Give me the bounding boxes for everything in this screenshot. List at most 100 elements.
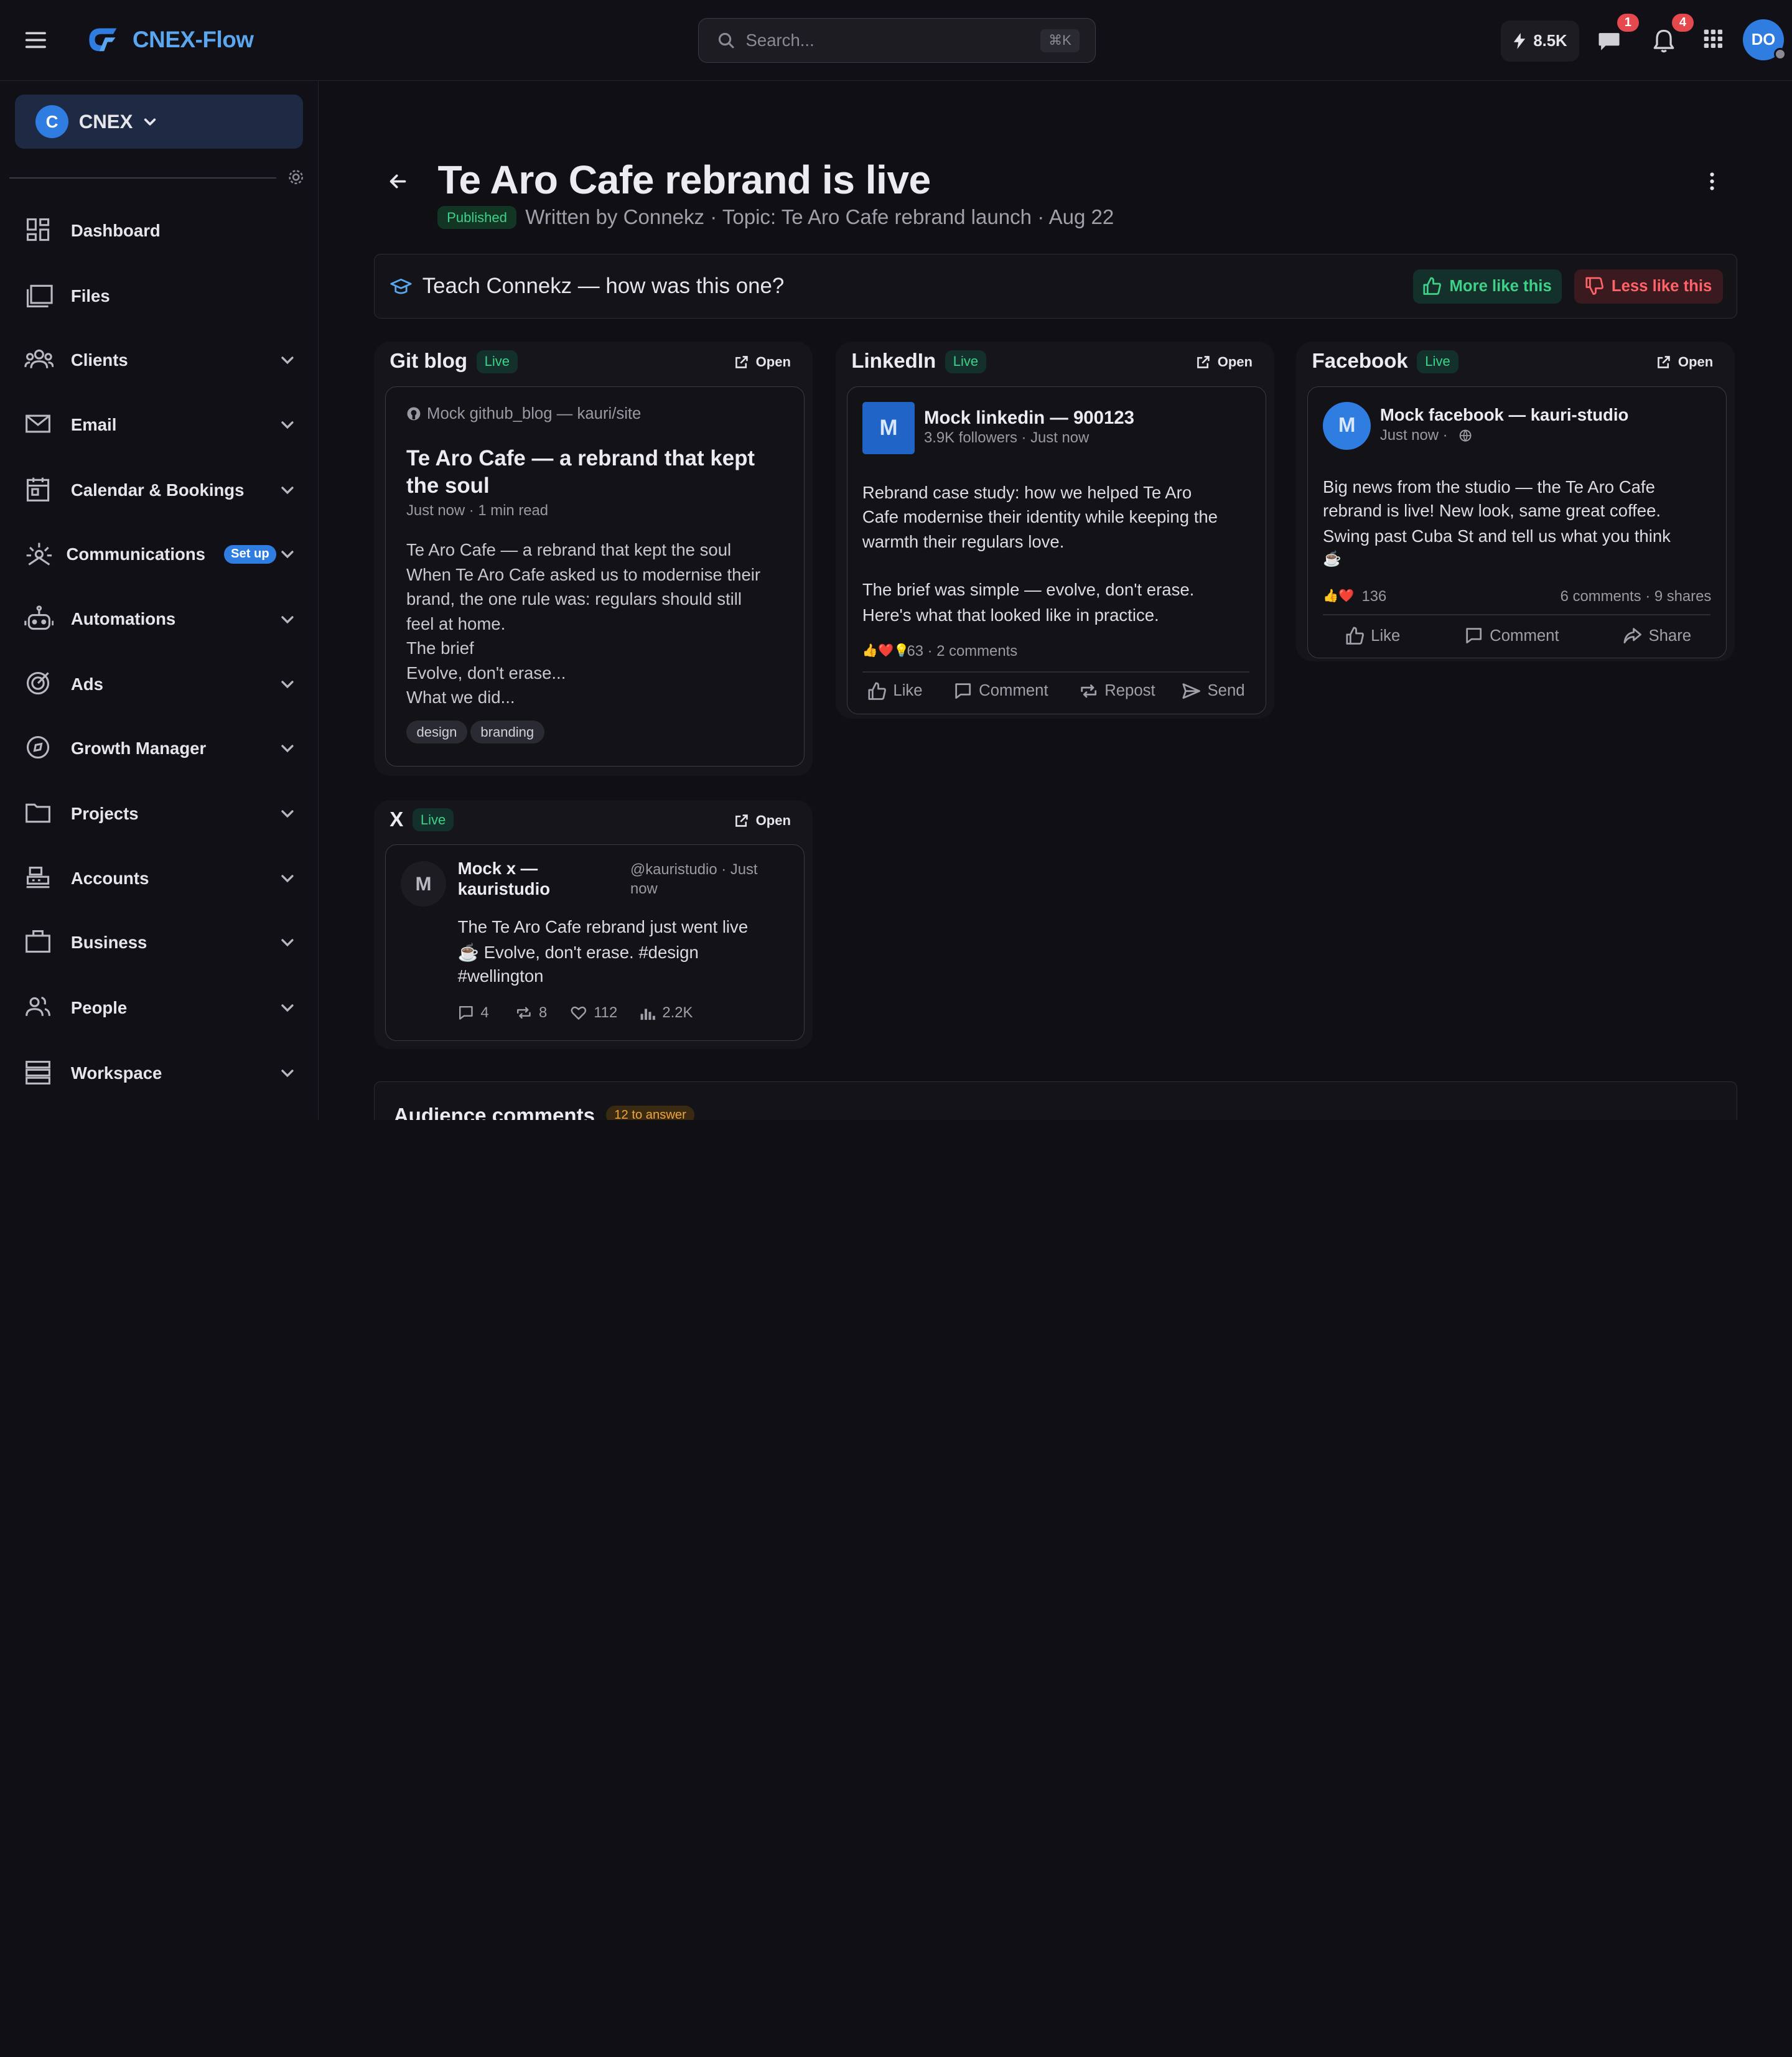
chevron-down-icon xyxy=(280,417,295,432)
post-body-line: The brief was simple — evolve, don't era… xyxy=(862,580,1195,600)
user-initials: DO xyxy=(1751,30,1776,49)
live-badge: Live xyxy=(945,350,986,373)
messages-icon[interactable] xyxy=(1595,27,1623,55)
menu-icon[interactable] xyxy=(24,29,49,52)
send-button[interactable]: Send xyxy=(1182,682,1245,700)
live-badge: Live xyxy=(1417,350,1458,373)
gear-icon[interactable] xyxy=(287,168,305,186)
account-meta: 3.9K followers · Just now xyxy=(924,429,1090,446)
reply-button[interactable]: 4 xyxy=(458,1004,489,1022)
sidebar: C CNEX Dashboard Files Clients Email Cal… xyxy=(0,81,319,1120)
apps-grid-icon[interactable] xyxy=(1702,27,1729,55)
post-body-line: Cafe modernise their identity while keep… xyxy=(862,506,1218,526)
gitblog-preview-card[interactable]: Mock github_blog — kauri/site Te Aro Caf… xyxy=(385,386,805,767)
search-input[interactable]: Search... ⌘K xyxy=(698,18,1096,63)
open-label: Open xyxy=(755,354,791,370)
sidebar-item-business[interactable]: Business xyxy=(0,920,319,966)
share-button[interactable]: Share xyxy=(1623,627,1691,645)
sidebar-item-ads[interactable]: Ads xyxy=(0,661,319,707)
external-link-icon xyxy=(734,813,749,828)
open-button[interactable]: Open xyxy=(1196,354,1253,370)
compass-icon xyxy=(24,734,54,763)
panel-header: X Live xyxy=(390,808,454,832)
more-options-icon[interactable] xyxy=(1702,171,1722,192)
more-like-this-button[interactable]: More like this xyxy=(1413,269,1562,304)
comment-button[interactable]: Comment xyxy=(1465,627,1559,645)
engagement-stats: 63 · 2 comments xyxy=(907,643,1018,660)
brand-logo[interactable]: CNEX-Flow xyxy=(85,25,254,55)
x-preview-card[interactable]: M Mock x — kauristudio @kauristudio · Ju… xyxy=(385,844,805,1042)
panel-title: X xyxy=(390,808,404,831)
tag-design[interactable]: design xyxy=(406,721,467,744)
open-button[interactable]: Open xyxy=(1656,354,1713,370)
post-body-line: The brief xyxy=(406,638,474,658)
repost-button[interactable]: 8 xyxy=(516,1004,547,1022)
account-avatar: M xyxy=(400,861,447,907)
views-button[interactable]: 2.2K xyxy=(640,1004,693,1022)
open-button[interactable]: Open xyxy=(734,354,791,370)
server-icon xyxy=(24,1058,54,1088)
user-avatar[interactable]: DO xyxy=(1742,19,1786,61)
sidebar-item-people[interactable]: People xyxy=(0,985,319,1030)
back-arrow-icon[interactable] xyxy=(388,171,408,192)
account-handle-line2: now xyxy=(630,880,658,898)
like-button[interactable]: Like xyxy=(1346,627,1400,645)
facebook-preview-card[interactable]: M Mock facebook — kauri-studio Just now … xyxy=(1307,386,1727,658)
sidebar-item-label: Communications xyxy=(66,544,205,564)
post-meta-text: Written by Connekz · Topic: Te Aro Cafe … xyxy=(525,205,1114,229)
sidebar-item-growth-manager[interactable]: Growth Manager xyxy=(0,725,319,771)
account-name: Mock linkedin — 900123 xyxy=(924,407,1134,428)
account-name-line1: Mock x — xyxy=(457,859,538,879)
sidebar-item-accounts[interactable]: Accounts xyxy=(0,856,319,902)
bell-icon[interactable] xyxy=(1650,27,1678,55)
people-icon xyxy=(24,993,54,1023)
messages-badge: 1 xyxy=(1617,14,1639,32)
linkedin-preview-card[interactable]: M Mock linkedin — 900123 3.9K followers … xyxy=(846,386,1267,714)
sidebar-item-workspace[interactable]: Workspace xyxy=(0,1050,319,1096)
sidebar-item-dashboard[interactable]: Dashboard xyxy=(0,208,319,253)
thumbs-up-icon xyxy=(1346,627,1364,645)
presence-dot xyxy=(1773,48,1786,61)
open-button[interactable]: Open xyxy=(734,813,791,829)
sidebar-item-label: Business xyxy=(70,933,147,953)
open-label: Open xyxy=(1678,354,1714,370)
repost-button[interactable]: Repost xyxy=(1080,682,1155,700)
sidebar-divider xyxy=(9,177,277,179)
tag-branding[interactable]: branding xyxy=(470,721,544,744)
credits-button[interactable]: 8.5K xyxy=(1500,21,1580,62)
divider xyxy=(862,671,1250,673)
post-title-line2: the soul xyxy=(406,473,490,498)
sidebar-item-files[interactable]: Files xyxy=(0,273,319,319)
org-switcher[interactable]: C CNEX xyxy=(14,95,303,149)
chevron-down-icon xyxy=(280,483,295,498)
post-body-line: ☕ Evolve, don't erase. #design xyxy=(457,943,699,963)
external-link-icon xyxy=(734,355,749,370)
post-body-line: ☕ xyxy=(1323,551,1342,568)
share-label: Share xyxy=(1648,627,1692,645)
sidebar-item-projects[interactable]: Projects xyxy=(0,791,319,836)
post-body-line: warmth their regulars love. xyxy=(862,532,1065,552)
comment-button[interactable]: Comment xyxy=(954,682,1048,700)
chevron-down-icon xyxy=(280,806,295,821)
open-label: Open xyxy=(1217,354,1253,370)
org-name: CNEX xyxy=(78,110,133,133)
logo-icon xyxy=(85,25,121,55)
like-button[interactable]: Like xyxy=(868,682,923,700)
sidebar-item-automations[interactable]: Automations xyxy=(0,597,319,642)
sidebar-item-communications[interactable]: Communications Set up xyxy=(0,531,319,577)
thumbs-down-icon xyxy=(1585,277,1603,296)
like-button[interactable]: 112 xyxy=(571,1004,617,1022)
post-body-line: What we did... xyxy=(406,687,515,707)
reactions-icons: 👍❤️ xyxy=(1323,589,1355,604)
sidebar-item-email[interactable]: Email xyxy=(0,403,319,448)
less-like-this-button[interactable]: Less like this xyxy=(1574,269,1723,304)
sidebar-item-label: Accounts xyxy=(70,869,149,889)
dashboard-icon xyxy=(24,216,54,246)
post-meta: Published Written by Connekz · Topic: Te… xyxy=(437,206,1114,230)
globe-icon xyxy=(1459,429,1472,442)
sidebar-item-calendar[interactable]: Calendar & Bookings xyxy=(0,467,319,513)
sidebar-item-clients[interactable]: Clients xyxy=(0,337,319,383)
panel-title: LinkedIn xyxy=(851,350,936,373)
views-count: 2.2K xyxy=(662,1004,693,1021)
gitblog-panel: Git blog Live Open Mock github_blog — ka… xyxy=(373,342,813,777)
